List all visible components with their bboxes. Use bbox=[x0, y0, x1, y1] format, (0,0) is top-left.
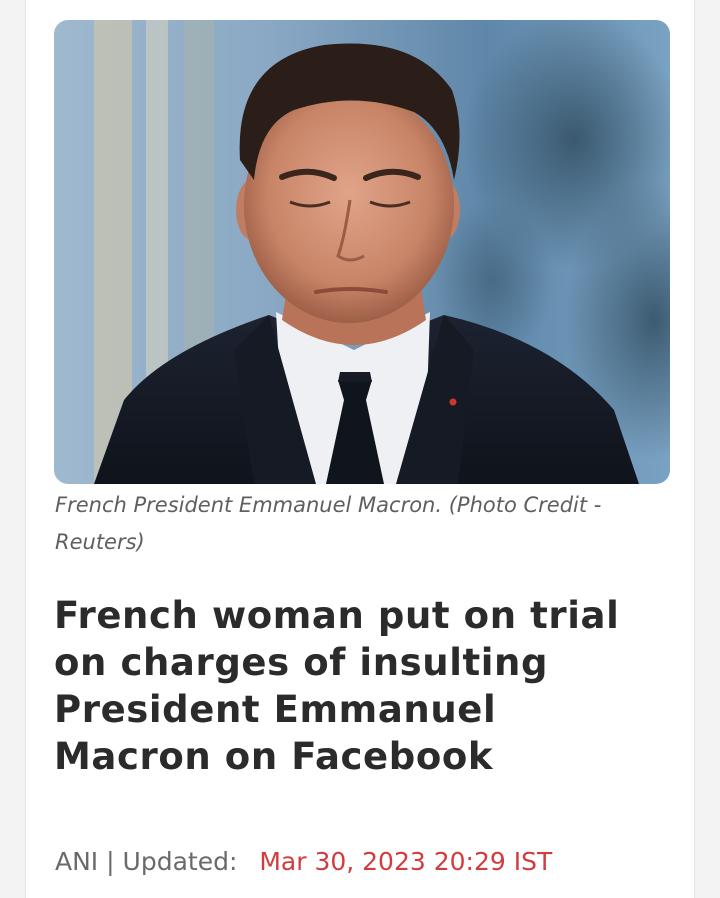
updated-date: Mar 30, 2023 20:29 IST bbox=[259, 847, 553, 876]
meta-separator: | bbox=[106, 847, 115, 876]
source-label[interactable]: ANI bbox=[55, 847, 98, 876]
article-meta: ANI | Updated: Mar 30, 2023 20:29 IST bbox=[55, 845, 685, 879]
article-photo[interactable] bbox=[54, 20, 670, 484]
updated-label: Updated: bbox=[122, 847, 238, 876]
article-card: French President Emmanuel Macron. (Photo… bbox=[25, 0, 695, 898]
article-headline[interactable]: French woman put on trial on charges of … bbox=[54, 592, 654, 780]
photo-caption: French President Emmanuel Macron. (Photo… bbox=[55, 493, 602, 554]
